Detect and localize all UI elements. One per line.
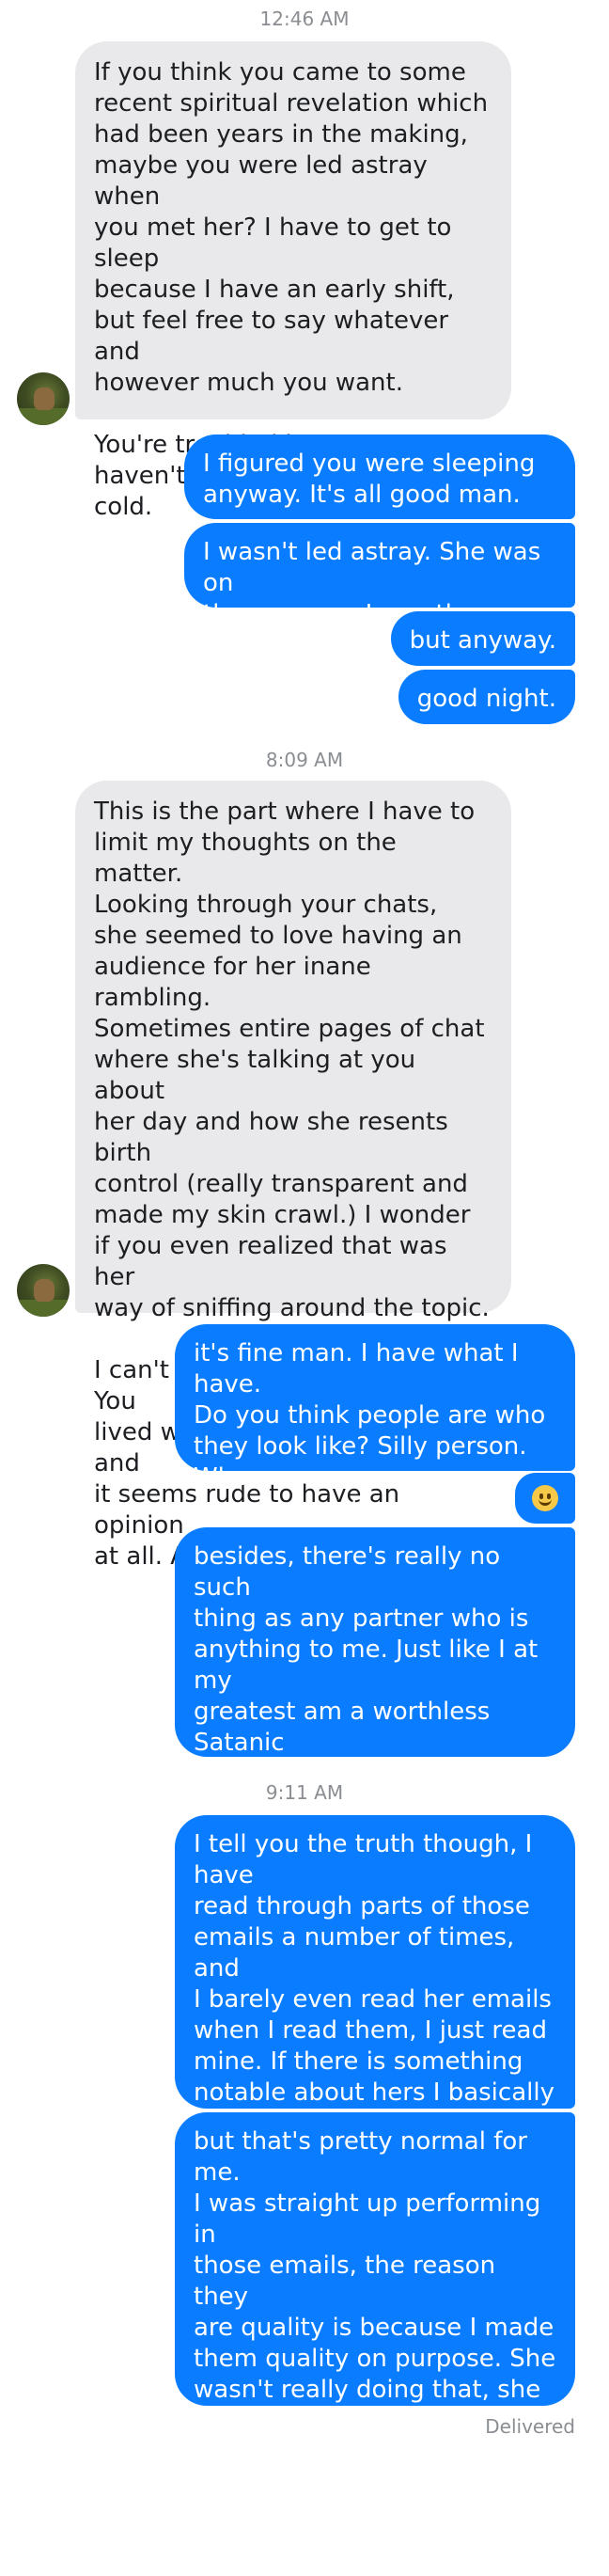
outgoing-message[interactable]: I tell you the truth though, I have read… xyxy=(175,1815,575,2169)
delivery-status: Delivered xyxy=(485,2415,575,2438)
contact-avatar[interactable] xyxy=(17,1264,70,1317)
outgoing-message[interactable]: good night. xyxy=(398,670,575,724)
message-thread[interactable]: 12:46 AM If you think you came to some r… xyxy=(0,0,609,2576)
emoji-message[interactable] xyxy=(515,1473,575,1524)
timestamp: 12:46 AM xyxy=(259,8,350,30)
incoming-message[interactable]: If you think you came to some recent spi… xyxy=(75,41,511,521)
timestamp: 8:09 AM xyxy=(265,749,344,771)
slightly-smiling-face-icon xyxy=(532,1485,558,1511)
outgoing-message[interactable]: it's fine man. I have what I have. Do yo… xyxy=(175,1324,575,1523)
outgoing-message[interactable]: but that's pretty normal for me. I was s… xyxy=(175,2112,575,2559)
outgoing-message[interactable]: I figured you were sleeping anyway. It's… xyxy=(184,435,575,519)
timestamp: 9:11 AM xyxy=(265,1781,344,1804)
incoming-message[interactable]: This is the part where I have to limit m… xyxy=(75,781,511,1571)
outgoing-message[interactable]: besides, there's really no such thing as… xyxy=(175,1527,575,1912)
outgoing-message[interactable]: I wasn't led astray. She was on the map,… xyxy=(184,523,575,628)
outgoing-message[interactable]: but anyway. xyxy=(390,611,575,666)
contact-avatar[interactable] xyxy=(17,372,70,425)
